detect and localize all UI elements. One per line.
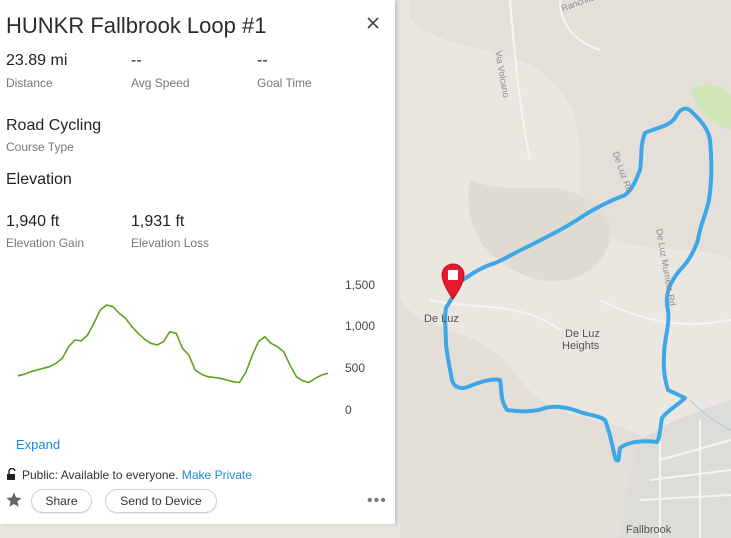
make-private-link[interactable]: Make Private	[182, 468, 252, 482]
map-label-de-luz: De Luz	[424, 313, 459, 325]
elevation-series-line	[17, 304, 329, 384]
course-details-panel: HUNKR Fallbrook Loop #1 23.89 mi Distanc…	[0, 0, 395, 524]
distance-value: 23.89 mi	[6, 52, 68, 69]
star-icon[interactable]	[5, 491, 23, 509]
map-pin-icon[interactable]	[440, 262, 466, 300]
visibility-row: Public: Available to everyone. Make Priv…	[6, 467, 252, 482]
goal-time-value: --	[257, 52, 268, 69]
y-tick-label: 1,500	[345, 278, 376, 292]
elevation-chart[interactable]: 1,500 1,000 500 0	[0, 270, 395, 430]
more-options-icon[interactable]: •••	[367, 493, 387, 509]
share-button[interactable]: Share	[31, 489, 92, 513]
visibility-text: Public: Available to everyone.	[22, 468, 179, 482]
elevation-heading: Elevation	[6, 171, 72, 188]
elevation-gain-label: Elevation Gain	[6, 236, 85, 250]
map-label-de-luz-heights-2: Heights	[562, 340, 600, 352]
elevation-loss-value: 1,931 ft	[131, 213, 185, 230]
send-to-device-button[interactable]: Send to Device	[105, 489, 217, 513]
unlock-icon	[6, 467, 18, 480]
distance-label: Distance	[6, 76, 53, 90]
course-type-value: Road Cycling	[6, 117, 102, 134]
elevation-gain-value: 1,940 ft	[6, 213, 60, 230]
elevation-chart-svg	[17, 304, 329, 384]
course-type-label: Course Type	[6, 140, 74, 154]
goal-time-label: Goal Time	[257, 76, 312, 90]
map-label-fallbrook: Fallbrook	[626, 524, 672, 536]
elevation-loss-label: Elevation Loss	[131, 236, 210, 250]
avg-speed-value: --	[131, 52, 142, 69]
map-label-de-luz-heights-1: De Luz	[565, 328, 600, 340]
y-tick-label: 1,000	[345, 319, 376, 333]
y-tick-label: 500	[345, 361, 366, 375]
avg-speed-label: Avg Speed	[131, 76, 190, 90]
course-title: HUNKR Fallbrook Loop #1	[6, 13, 267, 38]
y-tick-label: 0	[345, 403, 352, 417]
close-icon[interactable]	[364, 12, 382, 34]
expand-link[interactable]: Expand	[16, 437, 60, 452]
